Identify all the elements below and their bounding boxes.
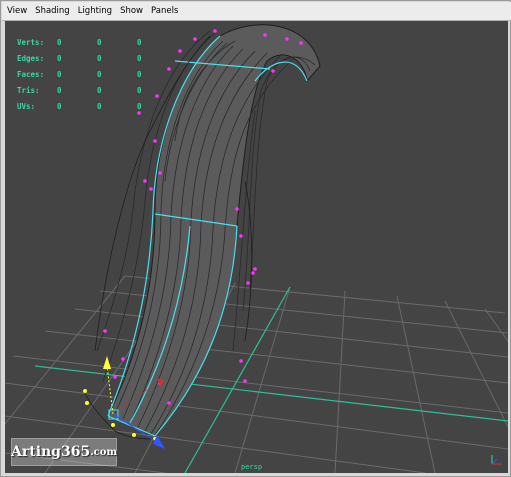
hud-label: Edges: [17, 54, 45, 63]
watermark-tld: .com [90, 446, 118, 458]
menu-view[interactable]: View [4, 6, 30, 16]
hud-label: Verts: [17, 38, 45, 47]
menu-show[interactable]: Show [117, 6, 146, 16]
hud-row-uvs: UVs: 0 0 0 [17, 99, 177, 115]
hud-label: Tris: [17, 86, 40, 95]
hud-value: 0 [137, 70, 142, 79]
hud-value: 0 [97, 54, 102, 63]
hud-value: 0 [57, 54, 62, 63]
hud-value: 0 [57, 38, 62, 47]
panel-menubar: View Shading Lighting Show Panels [2, 2, 511, 21]
hud-label: Faces: [17, 70, 45, 79]
3d-viewport[interactable]: Verts: 0 0 0 Edges: 0 0 0 Faces: 0 0 0 T… [5, 21, 508, 473]
hud-label: UVs: [17, 102, 36, 111]
hud-value: 0 [57, 70, 62, 79]
hud-row-verts: Verts: 0 0 0 [17, 35, 177, 51]
hud-value: 0 [97, 102, 102, 111]
watermark-logo: Arting365 .com [11, 438, 117, 466]
viewport-panel: View Shading Lighting Show Panels Verts:… [0, 0, 511, 477]
hud-value: 0 [137, 54, 142, 63]
hud-row-tris: Tris: 0 0 0 [17, 83, 177, 99]
poly-count-hud: Verts: 0 0 0 Edges: 0 0 0 Faces: 0 0 0 T… [17, 35, 177, 115]
hud-value: 0 [57, 86, 62, 95]
hud-value: 0 [97, 70, 102, 79]
hud-row-faces: Faces: 0 0 0 [17, 67, 177, 83]
hud-row-edges: Edges: 0 0 0 [17, 51, 177, 67]
camera-name-label: persp [241, 463, 263, 471]
hud-value: 0 [97, 38, 102, 47]
hud-value: 0 [137, 86, 142, 95]
menu-shading[interactable]: Shading [32, 6, 73, 16]
menu-panels[interactable]: Panels [148, 6, 181, 16]
hud-value: 0 [137, 102, 142, 111]
hud-value: 0 [137, 38, 142, 47]
hud-value: 0 [97, 86, 102, 95]
menu-lighting[interactable]: Lighting [75, 6, 115, 16]
watermark-name: Arting365 [10, 444, 91, 460]
hud-value: 0 [57, 102, 62, 111]
